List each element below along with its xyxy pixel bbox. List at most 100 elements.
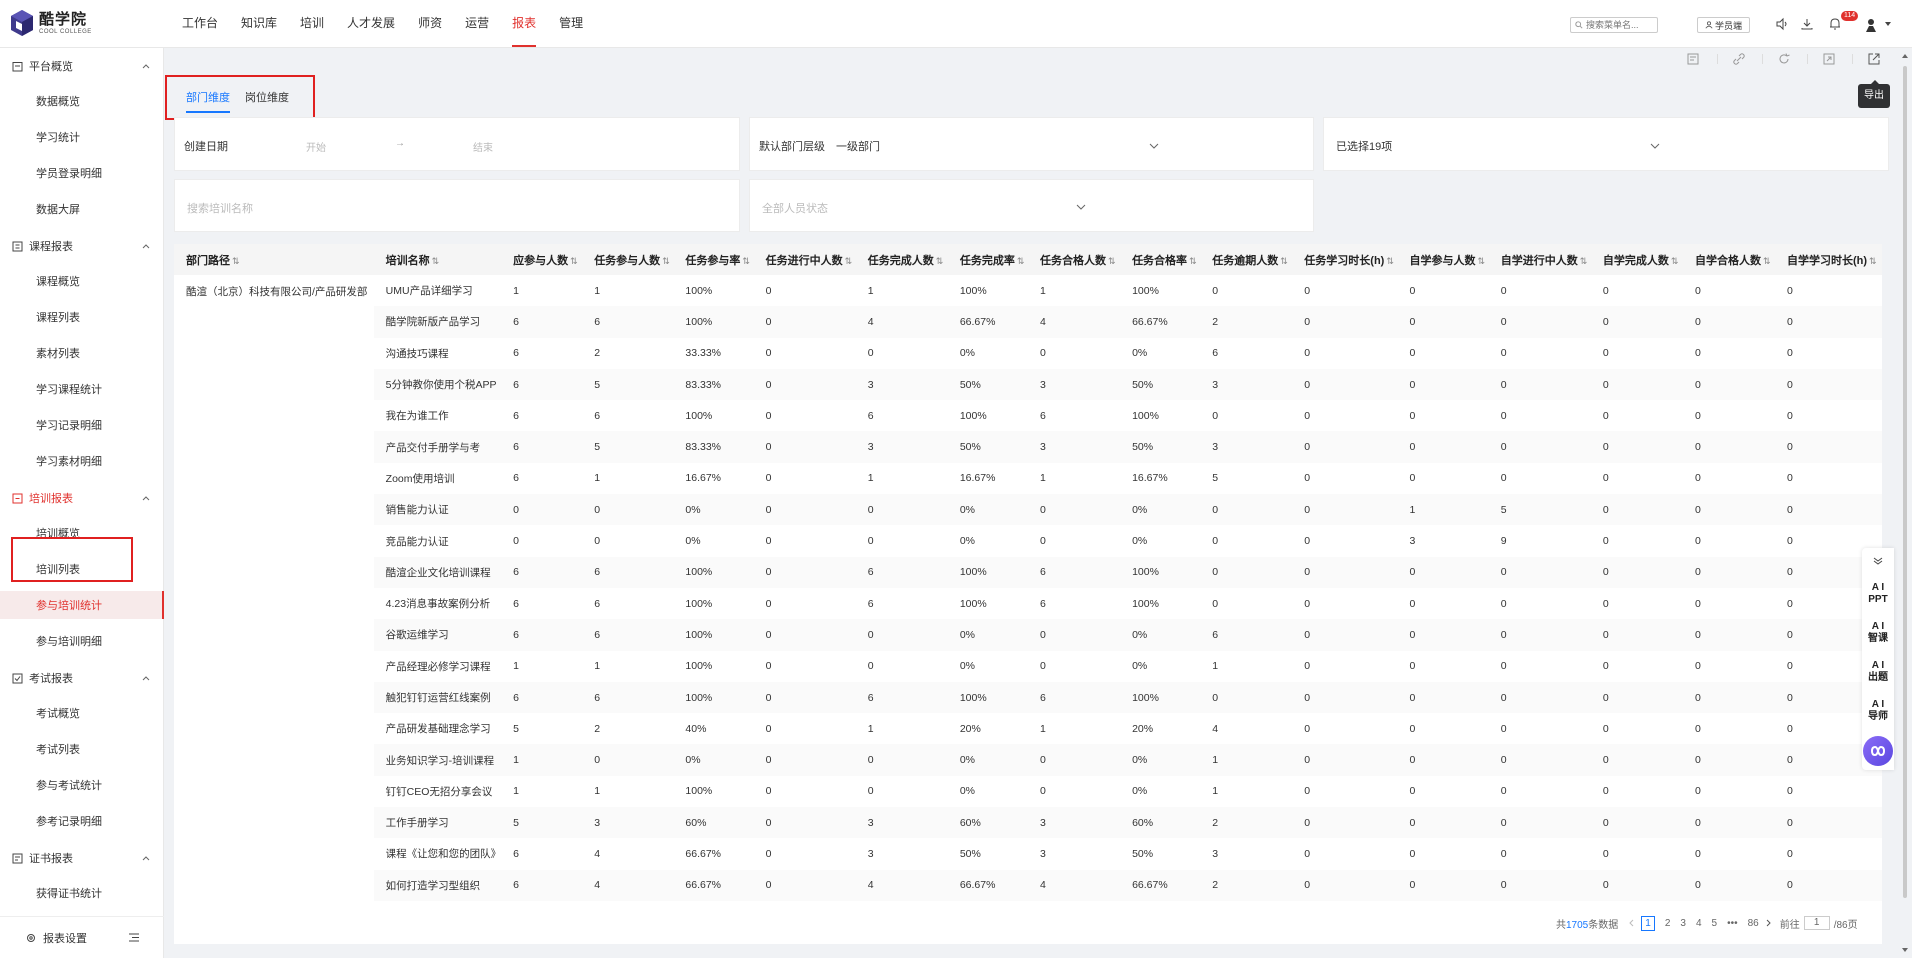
sort-icon[interactable]: ⇅	[936, 256, 944, 266]
column-header[interactable]: 自学完成人数 ⇅	[1590, 244, 1683, 275]
sidebar-item-training-participation-detail[interactable]: 参与培训明细	[0, 627, 164, 655]
column-header[interactable]: 自学学习时长(h) ⇅	[1774, 244, 1882, 275]
training-name-search[interactable]: 搜索培训名称	[174, 179, 740, 232]
nav-operations[interactable]: 运营	[465, 0, 489, 47]
page-number[interactable]: 86	[1748, 918, 1759, 929]
sidebar-group-exam[interactable]: 考试报表	[0, 669, 164, 687]
sidebar-item-certificate-stats[interactable]: 获得证书统计	[0, 879, 164, 907]
date-start-input[interactable]: 开始	[306, 139, 326, 154]
training-name-search-input[interactable]: 搜索培训名称	[187, 200, 253, 216]
ai-assistant-orb[interactable]	[1863, 736, 1893, 766]
sidebar-item-exam-list[interactable]: 考试列表	[0, 735, 164, 763]
sidebar-item-course-list[interactable]: 课程列表	[0, 303, 164, 331]
sort-icon[interactable]: ⇅	[1478, 256, 1486, 266]
sort-icon[interactable]: ⇅	[1869, 256, 1877, 266]
double-chevron-down-icon[interactable]	[1873, 556, 1883, 566]
column-header[interactable]: 自学进行中人数 ⇅	[1488, 244, 1591, 275]
sort-icon[interactable]: ⇅	[1108, 256, 1116, 266]
sidebar-item-exam-overview[interactable]: 考试概览	[0, 699, 164, 727]
sidebar-item-course-overview[interactable]: 课程概览	[0, 267, 164, 295]
sidebar-item-material-detail[interactable]: 学习素材明细	[0, 447, 164, 475]
column-header[interactable]: 自学合格人数 ⇅	[1682, 244, 1775, 275]
page-scrollbar[interactable]	[1900, 48, 1910, 958]
nav-workbench[interactable]: 工作台	[182, 0, 218, 47]
link-icon[interactable]	[1732, 52, 1746, 66]
page-number[interactable]: 3	[1680, 918, 1686, 929]
nav-training[interactable]: 培训	[300, 0, 324, 47]
column-header[interactable]: 任务合格人数 ⇅	[1028, 244, 1121, 275]
nav-talent[interactable]: 人才发展	[347, 0, 395, 47]
brand-logo[interactable]: 酷学院 COOL COLLEGE	[10, 9, 92, 37]
page-number[interactable]: 5	[1712, 918, 1718, 929]
column-header[interactable]: 任务参与率 ⇅	[673, 244, 754, 275]
column-header[interactable]: 部门路径 ⇅	[174, 244, 374, 275]
sort-icon[interactable]: ⇅	[432, 256, 440, 266]
ai-ppt-button[interactable]: A I PPT	[1862, 582, 1894, 606]
page-number[interactable]: 2	[1665, 918, 1671, 929]
column-header[interactable]: 任务完成率 ⇅	[947, 244, 1029, 275]
column-header[interactable]: 培训名称 ⇅	[373, 244, 502, 275]
filter-settings-icon[interactable]	[1686, 52, 1700, 66]
date-end-input[interactable]: 结束	[473, 139, 493, 154]
student-portal-button[interactable]: 学员端	[1697, 17, 1750, 33]
page-number[interactable]: 4	[1696, 918, 1702, 929]
nav-admin[interactable]: 管理	[559, 0, 583, 47]
download-icon[interactable]	[1800, 17, 1814, 31]
sort-icon[interactable]: ⇅	[742, 256, 750, 266]
menu-search-input[interactable]	[1586, 20, 1652, 30]
column-header[interactable]: 任务进行中人数 ⇅	[753, 244, 856, 275]
staff-status-filter[interactable]: 全部人员状态	[749, 179, 1314, 232]
sidebar-item-learning-record[interactable]: 学习记录明细	[0, 411, 164, 439]
sort-icon[interactable]: ⇅	[1763, 256, 1771, 266]
nav-knowledge[interactable]: 知识库	[241, 0, 277, 47]
selected-items-filter[interactable]: 已选择19项	[1323, 117, 1889, 171]
dept-level-filter[interactable]: 默认部门层级 一级部门	[749, 117, 1314, 171]
column-header[interactable]: 自学参与人数 ⇅	[1397, 244, 1489, 275]
sidebar-item-learning-stats[interactable]: 学习统计	[0, 123, 164, 151]
chevron-right-icon[interactable]	[1764, 919, 1772, 927]
column-header[interactable]: 任务逾期人数 ⇅	[1200, 244, 1293, 275]
column-header[interactable]: 任务完成人数 ⇅	[855, 244, 948, 275]
ai-tutor-button[interactable]: A I 导师	[1862, 699, 1894, 723]
page-number[interactable]: 1	[1641, 915, 1655, 931]
chevron-down-icon[interactable]	[1885, 21, 1891, 27]
sort-icon[interactable]: ⇅	[1580, 256, 1588, 266]
sort-icon[interactable]: ⇅	[232, 256, 240, 266]
nav-teachers[interactable]: 师资	[418, 0, 442, 47]
column-header[interactable]: 任务合格率 ⇅	[1120, 244, 1201, 275]
collapse-menu-icon[interactable]	[129, 933, 139, 942]
sort-icon[interactable]: ⇅	[1671, 256, 1679, 266]
sort-icon[interactable]: ⇅	[1280, 256, 1288, 266]
sidebar-group-course[interactable]: 课程报表	[0, 237, 164, 255]
column-header[interactable]: 任务参与人数 ⇅	[582, 244, 674, 275]
sidebar-item-exam-record-detail[interactable]: 参考记录明细	[0, 807, 164, 835]
sidebar-group-platform[interactable]: 平台概览	[0, 57, 164, 75]
date-range-filter[interactable]: 创建日期 开始 → 结束	[174, 117, 740, 171]
sort-icon[interactable]: ⇅	[570, 256, 578, 266]
ai-quiz-button[interactable]: A I 出题	[1862, 660, 1894, 684]
sidebar-item-exam-participation-stats[interactable]: 参与考试统计	[0, 771, 164, 799]
fullscreen-icon[interactable]	[1822, 52, 1836, 66]
sidebar-item-data-overview[interactable]: 数据概览	[0, 87, 164, 115]
sidebar-item-data-screen[interactable]: 数据大屏	[0, 195, 164, 223]
refresh-icon[interactable]	[1777, 52, 1791, 66]
sidebar-item-material-list[interactable]: 素材列表	[0, 339, 164, 367]
sort-icon[interactable]: ⇅	[1017, 256, 1025, 266]
goto-page-input[interactable]: 1	[1803, 916, 1830, 930]
chevron-left-icon[interactable]	[1628, 919, 1636, 927]
column-header[interactable]: 应参与人数 ⇅	[501, 244, 583, 275]
sort-icon[interactable]: ⇅	[662, 256, 670, 266]
menu-search[interactable]	[1570, 17, 1658, 33]
staff-status-select[interactable]: 全部人员状态	[762, 200, 828, 216]
sidebar-item-course-learning-stats[interactable]: 学习课程统计	[0, 375, 164, 403]
ai-course-button[interactable]: A I 智课	[1862, 621, 1894, 645]
dept-level-select[interactable]: 一级部门	[836, 138, 880, 154]
nav-reports[interactable]: 报表	[512, 0, 537, 47]
sidebar-group-training[interactable]: 培训报表	[0, 489, 164, 507]
page-ellipsis[interactable]: •••	[1727, 918, 1738, 929]
report-settings[interactable]: 报表设置	[0, 916, 164, 958]
column-header[interactable]: 任务学习时长(h) ⇅	[1292, 244, 1398, 275]
avatar[interactable]	[1863, 17, 1879, 33]
sort-icon[interactable]: ⇅	[1386, 256, 1394, 266]
speaker-icon[interactable]	[1775, 17, 1789, 31]
